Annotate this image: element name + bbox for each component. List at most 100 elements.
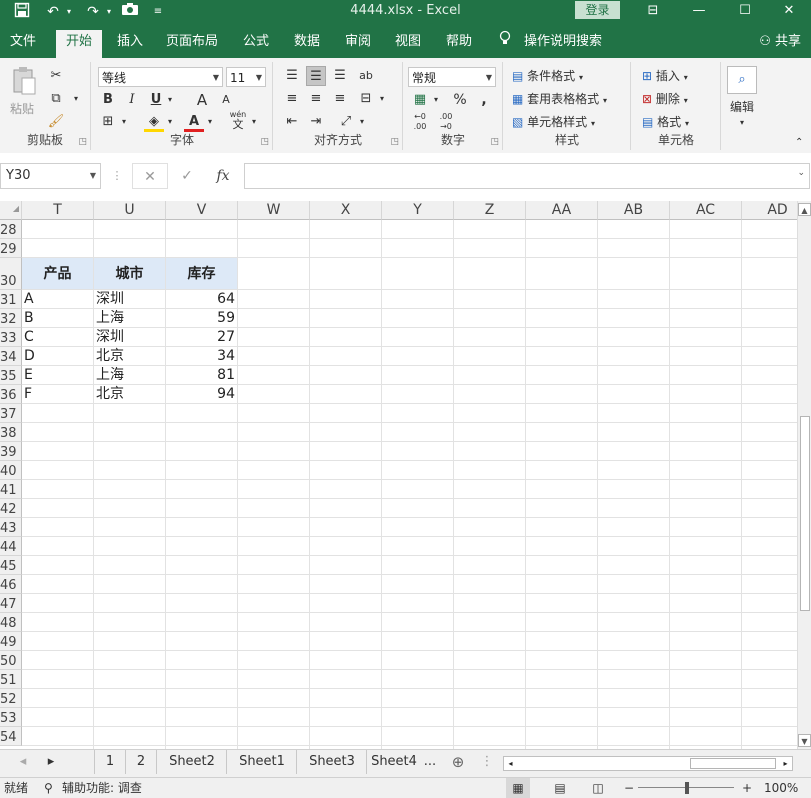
close-icon[interactable]: ✕ <box>766 0 811 22</box>
vertical-scroll-thumb[interactable] <box>800 416 810 611</box>
fill-color-dropdown-icon[interactable]: ▾ <box>164 112 176 132</box>
horizontal-scrollbar[interactable]: ◂ ▸ <box>503 756 793 771</box>
sheet-tab[interactable]: Sheet2 <box>158 750 227 774</box>
format-painter-icon[interactable]: 🖌 <box>46 112 66 132</box>
row-header[interactable]: 31 <box>0 290 22 309</box>
insert-cells-button[interactable]: ⊞ 插入 ▾ <box>642 67 688 87</box>
font-name-combo[interactable]: 等线 ▼ <box>98 67 223 87</box>
borders-dropdown-icon[interactable]: ▾ <box>118 112 130 132</box>
sheet-tab[interactable]: 1 <box>94 750 126 774</box>
table-cell[interactable]: 深圳 <box>94 328 166 347</box>
insert-function-icon[interactable]: fx <box>206 163 240 189</box>
align-bottom-icon[interactable]: ☰ <box>330 66 350 86</box>
tab-home[interactable]: 开始 <box>56 30 102 58</box>
accounting-format-icon[interactable]: ▦ <box>410 90 430 110</box>
tab-file[interactable]: 文件 <box>2 30 44 58</box>
minimize-icon[interactable]: — <box>676 0 722 22</box>
cancel-icon[interactable]: ✕ <box>132 163 168 189</box>
row-header[interactable]: 53 <box>0 708 22 727</box>
row-header[interactable]: 28 <box>0 220 22 239</box>
row-header[interactable]: 48 <box>0 613 22 632</box>
login-button[interactable]: 登录 <box>575 1 620 19</box>
sheet-tab[interactable]: Sheet4 <box>368 750 420 774</box>
add-sheet-icon[interactable]: ⊕ <box>448 750 468 774</box>
column-header-ad[interactable]: AD <box>742 201 797 220</box>
row-header[interactable]: 39 <box>0 442 22 461</box>
table-cell[interactable]: 北京 <box>94 385 166 404</box>
cut-icon[interactable]: ✂ <box>46 66 66 86</box>
column-header-u[interactable]: U <box>94 201 166 220</box>
row-header[interactable]: 51 <box>0 670 22 689</box>
column-header-z[interactable]: Z <box>454 201 526 220</box>
italic-icon[interactable]: I <box>122 90 142 110</box>
column-header-w[interactable]: W <box>238 201 310 220</box>
table-cell[interactable]: 64 <box>166 290 238 309</box>
name-box[interactable]: Y30 ▼ <box>0 163 101 189</box>
merge-dropdown-icon[interactable]: ▾ <box>376 89 388 109</box>
scroll-left-icon[interactable]: ◂ <box>504 757 517 770</box>
decrease-decimal-icon[interactable]: .00 →0 <box>436 112 456 132</box>
align-center-icon[interactable]: ≡ <box>306 89 326 109</box>
align-left-icon[interactable]: ≡ <box>282 89 302 109</box>
row-header[interactable]: 33 <box>0 328 22 347</box>
fill-color-icon[interactable]: ◈ <box>144 112 164 132</box>
text-orientation-icon[interactable]: ⤢ <box>336 112 356 132</box>
vertical-scrollbar[interactable]: ▲ ▼ <box>797 201 811 749</box>
alignment-dialog-launcher-icon[interactable]: ◳ <box>390 137 399 147</box>
accessibility-icon[interactable]: ⚲ <box>44 778 53 798</box>
chevron-down-icon[interactable]: ▾ <box>740 114 744 132</box>
cell-styles-button[interactable]: ▧ 单元格样式 ▾ <box>512 113 595 133</box>
phonetic-guide-icon[interactable]: wén 文 <box>228 110 248 130</box>
sheet-tab[interactable]: Sheet1 <box>228 750 297 774</box>
underline-dropdown-icon[interactable]: ▾ <box>164 90 176 110</box>
row-header[interactable]: 54 <box>0 727 22 746</box>
next-sheet-icon[interactable]: ▸ <box>42 750 60 774</box>
tell-me-search[interactable]: 操作说明搜索 <box>520 30 606 58</box>
table-cell[interactable]: 59 <box>166 309 238 328</box>
table-cell[interactable]: 上海 <box>94 309 166 328</box>
table-cell[interactable]: B <box>22 309 94 328</box>
zoom-out-button[interactable]: − <box>624 778 634 798</box>
select-all-corner[interactable]: ◢ <box>0 201 22 220</box>
row-header[interactable]: 50 <box>0 651 22 670</box>
row-header[interactable]: 30 <box>0 258 22 290</box>
table-header-cell[interactable]: 库存 <box>166 258 238 290</box>
row-header[interactable]: 41 <box>0 480 22 499</box>
font-size-combo[interactable]: 11 ▼ <box>226 67 266 87</box>
align-middle-icon[interactable]: ☰ <box>306 66 326 86</box>
orientation-icon[interactable]: ab <box>356 66 376 86</box>
row-header[interactable]: 36 <box>0 385 22 404</box>
format-as-table-button[interactable]: ▦ 套用表格格式 ▾ <box>512 90 607 110</box>
normal-view-icon[interactable]: ▦ <box>506 778 530 798</box>
enter-icon[interactable]: ✓ <box>170 163 204 189</box>
table-cell[interactable]: D <box>22 347 94 366</box>
table-cell[interactable]: 34 <box>166 347 238 366</box>
scroll-up-icon[interactable]: ▲ <box>798 203 811 216</box>
row-header[interactable]: 37 <box>0 404 22 423</box>
number-dialog-launcher-icon[interactable]: ◳ <box>490 137 499 147</box>
table-cell[interactable]: 81 <box>166 366 238 385</box>
maximize-icon[interactable]: ☐ <box>722 0 768 22</box>
zoom-slider-thumb[interactable] <box>685 782 689 794</box>
row-header[interactable]: 43 <box>0 518 22 537</box>
accounting-dropdown-icon[interactable]: ▾ <box>430 90 442 110</box>
formula-input[interactable]: ⌄ <box>244 163 810 189</box>
page-layout-view-icon[interactable]: ▤ <box>548 778 572 798</box>
scroll-down-icon[interactable]: ▼ <box>798 734 811 747</box>
table-cell[interactable]: 27 <box>166 328 238 347</box>
column-header-v[interactable]: V <box>166 201 238 220</box>
delete-cells-button[interactable]: ⊠ 删除 ▾ <box>642 90 688 110</box>
tab-help[interactable]: 帮助 <box>438 30 480 58</box>
scroll-right-icon[interactable]: ▸ <box>779 757 792 770</box>
borders-icon[interactable]: ⊞ <box>98 112 118 132</box>
row-header[interactable]: 42 <box>0 499 22 518</box>
row-header[interactable]: 44 <box>0 537 22 556</box>
font-color-dropdown-icon[interactable]: ▾ <box>204 112 216 132</box>
row-header[interactable]: 32 <box>0 309 22 328</box>
tab-formulas[interactable]: 公式 <box>234 30 278 58</box>
paste-label[interactable]: 粘贴 <box>10 100 34 118</box>
table-cell[interactable]: 深圳 <box>94 290 166 309</box>
zoom-level[interactable]: 100% <box>764 778 798 798</box>
row-header[interactable]: 38 <box>0 423 22 442</box>
increase-indent-icon[interactable]: ⇥ <box>306 112 326 132</box>
